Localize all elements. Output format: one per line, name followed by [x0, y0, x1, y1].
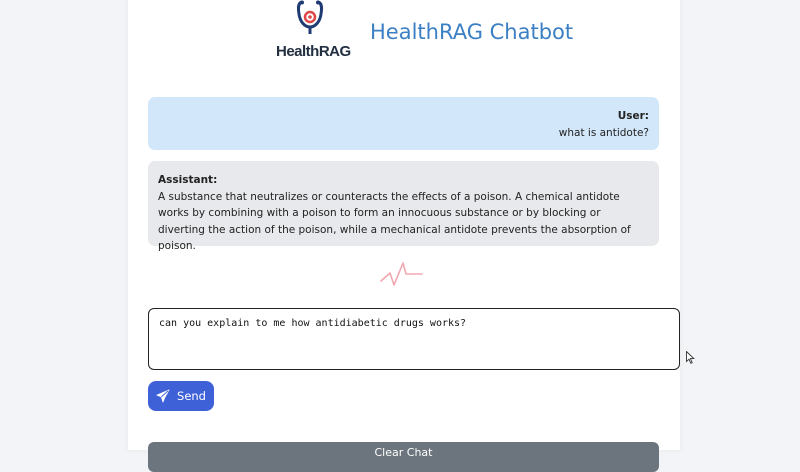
logo: HealthRAG: [276, 0, 351, 66]
message-role: Assistant:: [158, 174, 218, 186]
message-role: User:: [617, 110, 649, 122]
chat-container: HealthRAG HealthRAG Chatbot User: what i…: [128, 0, 680, 472]
mouse-cursor-icon: [686, 351, 695, 364]
page-title: HealthRAG Chatbot: [370, 20, 574, 44]
stethoscope-icon: [297, 0, 324, 34]
clear-chat-button[interactable]: Clear Chat: [148, 442, 659, 472]
assistant-message: Assistant: A substance that neutralizes …: [148, 161, 659, 252]
paper-plane-icon: [156, 389, 170, 403]
header: HealthRAG HealthRAG Chatbot: [128, 0, 680, 75]
user-message: User: what is antidote?: [148, 97, 659, 150]
message-text: A substance that neutralizes or countera…: [158, 190, 631, 253]
heartbeat-icon: [380, 262, 423, 286]
send-button-label: Send: [177, 389, 206, 403]
send-button[interactable]: Send: [148, 381, 214, 411]
message-text: what is antidote?: [558, 126, 649, 139]
message-input[interactable]: can you explain to me how antidiabetic d…: [148, 308, 680, 370]
logo-text: HealthRAG: [276, 43, 351, 60]
